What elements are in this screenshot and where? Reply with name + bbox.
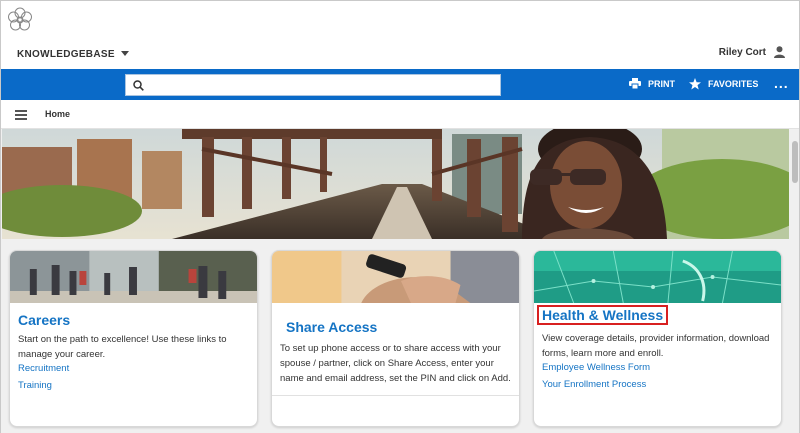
share-access-card: Share Access To set up phone access or t… bbox=[271, 250, 520, 427]
health-wellness-description: View coverage details, provider informat… bbox=[542, 333, 770, 359]
recruitment-link[interactable]: Recruitment bbox=[18, 363, 69, 374]
knowledgebase-menu[interactable]: KNOWLEDGEBASE bbox=[17, 49, 129, 60]
nav-bar: Home bbox=[1, 100, 799, 129]
health-wellness-title-text[interactable]: Health & Wellness bbox=[537, 305, 669, 325]
app-name: KNOWLEDGEBASE bbox=[17, 49, 115, 60]
search-input[interactable] bbox=[152, 77, 492, 93]
health-wellness-card-image bbox=[534, 251, 781, 303]
search-icon bbox=[133, 80, 144, 91]
employee-wellness-form-link[interactable]: Employee Wellness Form bbox=[542, 362, 650, 373]
search-box[interactable] bbox=[125, 74, 501, 96]
favorites-button[interactable]: FAVORITES bbox=[689, 78, 758, 90]
star-icon bbox=[689, 78, 701, 90]
chevron-down-icon bbox=[120, 51, 129, 56]
careers-description: Start on the path to excellence! Use the… bbox=[18, 334, 227, 360]
breadcrumb-home[interactable]: Home bbox=[45, 109, 70, 119]
user-icon bbox=[774, 46, 785, 58]
health-wellness-title[interactable]: Health & Wellness bbox=[537, 305, 669, 325]
careers-title[interactable]: Careers bbox=[18, 312, 70, 328]
share-access-description: To set up phone access or to share acces… bbox=[280, 343, 511, 384]
careers-card: Careers Start on the path to excellence!… bbox=[9, 250, 258, 427]
top-bar: KNOWLEDGEBASE Riley Cort bbox=[1, 1, 799, 69]
hamburger-menu-icon[interactable] bbox=[15, 110, 27, 120]
enrollment-process-link[interactable]: Your Enrollment Process bbox=[542, 379, 646, 390]
printer-icon bbox=[629, 78, 641, 89]
action-bar: PRINT FAVORITES ... bbox=[1, 69, 799, 100]
print-label: PRINT bbox=[648, 78, 675, 89]
health-wellness-card: Health & Wellness View coverage details,… bbox=[533, 250, 782, 427]
flower-logo-icon[interactable] bbox=[6, 6, 34, 34]
print-button[interactable]: PRINT bbox=[629, 78, 675, 89]
more-options-button[interactable]: ... bbox=[774, 75, 789, 91]
user-menu[interactable]: Riley Cort bbox=[719, 46, 785, 58]
careers-card-image bbox=[10, 251, 257, 303]
scrollbar-thumb[interactable] bbox=[792, 141, 798, 183]
user-name: Riley Cort bbox=[718, 46, 766, 58]
share-access-title[interactable]: Share Access bbox=[286, 319, 377, 335]
hero-banner-image bbox=[2, 129, 789, 239]
training-link[interactable]: Training bbox=[18, 380, 52, 391]
favorites-label: FAVORITES bbox=[708, 79, 759, 89]
share-access-card-image bbox=[272, 251, 519, 303]
card-divider bbox=[272, 395, 519, 396]
